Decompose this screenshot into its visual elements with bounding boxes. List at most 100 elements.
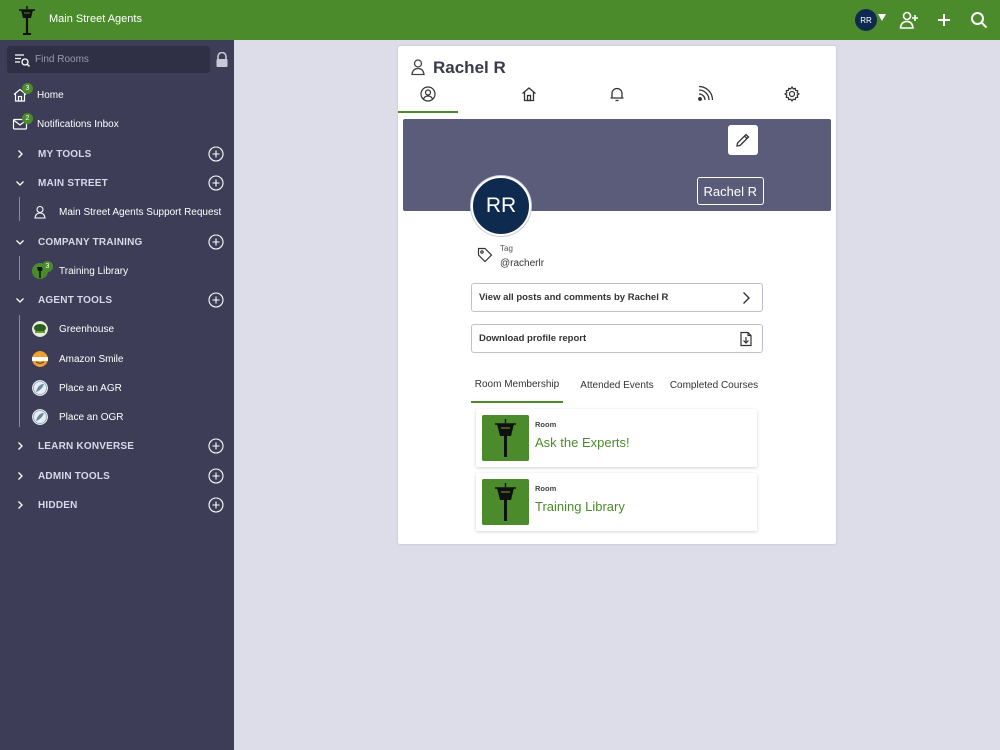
chevron-right-icon[interactable] bbox=[15, 441, 25, 451]
user-avatar[interactable]: RR bbox=[855, 9, 877, 31]
chevron-right-icon[interactable] bbox=[15, 149, 25, 159]
lamppost-logo-icon[interactable] bbox=[14, 4, 40, 36]
section-main-street[interactable]: MAIN STREET bbox=[0, 171, 234, 195]
room-name[interactable]: Ask the Experts! bbox=[535, 435, 630, 450]
view-posts-button[interactable]: View all posts and comments by Rachel R bbox=[471, 283, 763, 312]
chevron-right-icon bbox=[743, 292, 750, 304]
section-label: MAIN STREET bbox=[38, 177, 108, 189]
membership-tabs: Room Membership Attended Events Complete… bbox=[471, 369, 763, 403]
chevron-down-icon[interactable] bbox=[878, 14, 886, 21]
sidebar-item-amazon-smile[interactable]: Amazon Smile bbox=[0, 347, 234, 371]
section-admin-tools[interactable]: ADMIN TOOLS bbox=[0, 464, 234, 488]
view-posts-label: View all posts and comments by Rachel R bbox=[479, 292, 669, 303]
add-user-icon[interactable] bbox=[899, 10, 919, 30]
section-label: LEARN KONVERSE bbox=[38, 440, 135, 452]
add-room-icon[interactable] bbox=[208, 234, 224, 250]
room-search bbox=[7, 46, 210, 73]
edit-profile-button[interactable] bbox=[728, 125, 758, 155]
sidebar-item-greenhouse[interactable]: Greenhouse bbox=[0, 317, 234, 341]
profile-card: Rachel R Rachel R RR Tag @racherlr View … bbox=[398, 46, 836, 544]
lamppost-room-icon bbox=[482, 479, 529, 525]
section-learn-konverse[interactable]: LEARN KONVERSE bbox=[0, 434, 234, 458]
training-badge: 3 bbox=[42, 261, 53, 272]
plus-icon[interactable] bbox=[934, 10, 954, 30]
tab-home[interactable] bbox=[499, 86, 559, 113]
lock-icon[interactable] bbox=[215, 52, 229, 68]
room-type: Room bbox=[535, 420, 557, 429]
section-company-training[interactable]: COMPANY TRAINING bbox=[0, 230, 234, 254]
section-my-tools[interactable]: MY TOOLS bbox=[0, 142, 234, 166]
sidebar: 3 Home 2 Notifications Inbox MY TOOLS MA… bbox=[0, 40, 234, 750]
chevron-right-icon[interactable] bbox=[15, 500, 25, 510]
greenhouse-icon bbox=[32, 321, 48, 337]
section-label: MY TOOLS bbox=[38, 148, 92, 160]
sidebar-item-training-library[interactable]: 3 Training Library bbox=[0, 259, 234, 283]
user-icon bbox=[411, 59, 425, 76]
profile-avatar[interactable]: RR bbox=[471, 176, 531, 236]
section-label: AGENT TOOLS bbox=[38, 294, 113, 306]
add-room-icon[interactable] bbox=[208, 468, 224, 484]
section-hidden[interactable]: HIDDEN bbox=[0, 493, 234, 517]
add-room-icon[interactable] bbox=[208, 497, 224, 513]
tag-value: @racherlr bbox=[500, 258, 545, 269]
top-bar: Main Street Agents RR bbox=[0, 0, 1000, 40]
room-card[interactable]: Room Training Library bbox=[476, 473, 757, 531]
sidebar-item-place-agr[interactable]: Place an AGR bbox=[0, 376, 234, 400]
chevron-down-icon[interactable] bbox=[15, 237, 25, 247]
sidebar-item-support-request[interactable]: Main Street Agents Support Request bbox=[0, 200, 234, 224]
sidebar-item-label: Home bbox=[37, 89, 64, 101]
sidebar-item-label: Place an AGR bbox=[59, 382, 122, 394]
sidebar-item-label: Amazon Smile bbox=[59, 353, 124, 365]
tag-icon bbox=[477, 247, 493, 263]
ogr-icon bbox=[32, 409, 48, 425]
section-agent-tools[interactable]: AGENT TOOLS bbox=[0, 288, 234, 312]
tab-attended-events[interactable]: Attended Events bbox=[571, 369, 663, 403]
tab-profile[interactable] bbox=[398, 86, 458, 113]
download-report-label: Download profile report bbox=[479, 333, 587, 344]
search-icon[interactable] bbox=[969, 10, 989, 30]
file-download-icon bbox=[740, 331, 752, 347]
chevron-down-icon[interactable] bbox=[15, 295, 25, 305]
profile-tabs bbox=[398, 86, 836, 113]
chevron-down-icon[interactable] bbox=[15, 178, 25, 188]
sidebar-item-label: Training Library bbox=[59, 265, 129, 277]
chevron-right-icon[interactable] bbox=[15, 471, 25, 481]
add-room-icon[interactable] bbox=[208, 146, 224, 162]
sidebar-item-label: Place an OGR bbox=[59, 411, 124, 423]
filter-search-icon bbox=[15, 54, 30, 67]
gear-icon bbox=[784, 86, 800, 102]
user-badge-icon bbox=[34, 205, 46, 219]
room-name[interactable]: Training Library bbox=[535, 499, 625, 514]
room-card[interactable]: Room Ask the Experts! bbox=[476, 409, 757, 467]
tag-label: Tag bbox=[500, 244, 513, 253]
section-label: ADMIN TOOLS bbox=[38, 470, 111, 482]
amazon-smile-icon bbox=[32, 351, 48, 367]
add-room-icon[interactable] bbox=[208, 438, 224, 454]
section-label: HIDDEN bbox=[38, 499, 78, 511]
tab-room-membership[interactable]: Room Membership bbox=[471, 369, 563, 403]
add-room-icon[interactable] bbox=[208, 175, 224, 191]
pencil-icon bbox=[736, 133, 750, 147]
sidebar-item-inbox[interactable]: 2 Notifications Inbox bbox=[0, 112, 234, 136]
profile-icon bbox=[420, 86, 436, 102]
tab-notifications[interactable] bbox=[587, 86, 647, 113]
find-rooms-input[interactable] bbox=[35, 51, 205, 68]
sidebar-item-label: Greenhouse bbox=[59, 323, 115, 335]
profile-name-button[interactable]: Rachel R bbox=[696, 177, 764, 205]
sidebar-item-home[interactable]: 3 Home bbox=[0, 83, 234, 107]
room-type: Room bbox=[535, 484, 557, 493]
home-icon bbox=[522, 87, 536, 102]
bell-icon bbox=[610, 87, 624, 102]
section-label: COMPANY TRAINING bbox=[38, 236, 143, 248]
add-room-icon[interactable] bbox=[208, 292, 224, 308]
tab-settings[interactable] bbox=[762, 86, 822, 113]
sidebar-item-label: Main Street Agents Support Request bbox=[59, 206, 222, 218]
app-title[interactable]: Main Street Agents bbox=[49, 13, 142, 25]
tab-feed[interactable] bbox=[675, 86, 735, 113]
download-report-button[interactable]: Download profile report bbox=[471, 324, 763, 353]
tab-completed-courses[interactable]: Completed Courses bbox=[668, 369, 760, 403]
sidebar-item-place-ogr[interactable]: Place an OGR bbox=[0, 405, 234, 429]
inbox-badge: 2 bbox=[22, 113, 33, 124]
lamppost-room-icon bbox=[482, 415, 529, 461]
feed-icon bbox=[698, 86, 713, 101]
